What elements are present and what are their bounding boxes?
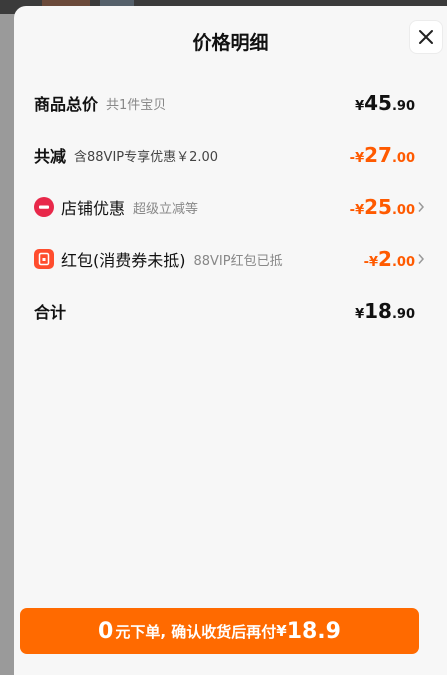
row-store-discount[interactable]: 店铺优惠 超级立减等 - ¥25.00 <box>34 192 429 222</box>
store-discount-note: 超级立减等 <box>133 201 199 217</box>
order-later-amount: 18.9 <box>286 618 341 644</box>
chevron-right-icon <box>417 201 429 213</box>
chevron-right-icon <box>417 253 429 265</box>
price-detail-sheet: 价格明细 商品总价 共1件宝贝 ¥45.90 共减 含88VIP专享优惠￥2.0… <box>14 6 447 675</box>
red-packet-label: 红包(消费券未抵) <box>61 251 186 270</box>
sheet-header: 价格明细 <box>14 6 447 72</box>
store-discount-label: 店铺优惠 <box>61 199 126 218</box>
store-icon <box>34 197 54 217</box>
close-button[interactable] <box>409 20 443 54</box>
red-packet-amount: - ¥2.00 <box>363 247 415 271</box>
order-button-text: 元下单, 确认收货后再付 <box>115 622 277 641</box>
goods-total-amount: ¥45.90 <box>355 91 415 115</box>
order-zero-amount: 0 <box>98 618 114 644</box>
grand-total-amount: ¥18.90 <box>355 299 415 323</box>
close-icon <box>419 30 433 44</box>
grand-total-label: 合计 <box>34 303 67 322</box>
vip-discount-note: 含88VIP专享优惠￥2.00 <box>74 149 219 165</box>
row-red-packet[interactable]: 红包(消费券未抵) 88VIP红包已抵 - ¥2.00 <box>34 244 429 274</box>
row-total-discount: 共减 含88VIP专享优惠￥2.00 - ¥27.00 <box>34 140 429 170</box>
total-discount-label: 共减 <box>34 147 67 166</box>
currency-symbol: ¥ <box>276 622 287 640</box>
row-goods-total: 商品总价 共1件宝贝 ¥45.90 <box>34 88 429 118</box>
row-grand-total: 合计 ¥18.90 <box>34 296 429 326</box>
goods-count-note: 共1件宝贝 <box>106 97 167 113</box>
red-packet-note: 88VIP红包已抵 <box>193 253 283 269</box>
total-discount-amount: - ¥27.00 <box>349 143 415 167</box>
goods-total-label: 商品总价 <box>34 95 99 114</box>
red-packet-icon <box>34 249 54 269</box>
place-order-button[interactable]: 0 元下单, 确认收货后再付 ¥ 18.9 <box>20 608 419 654</box>
page-title: 价格明细 <box>192 32 269 54</box>
store-discount-amount: - ¥25.00 <box>349 195 415 219</box>
